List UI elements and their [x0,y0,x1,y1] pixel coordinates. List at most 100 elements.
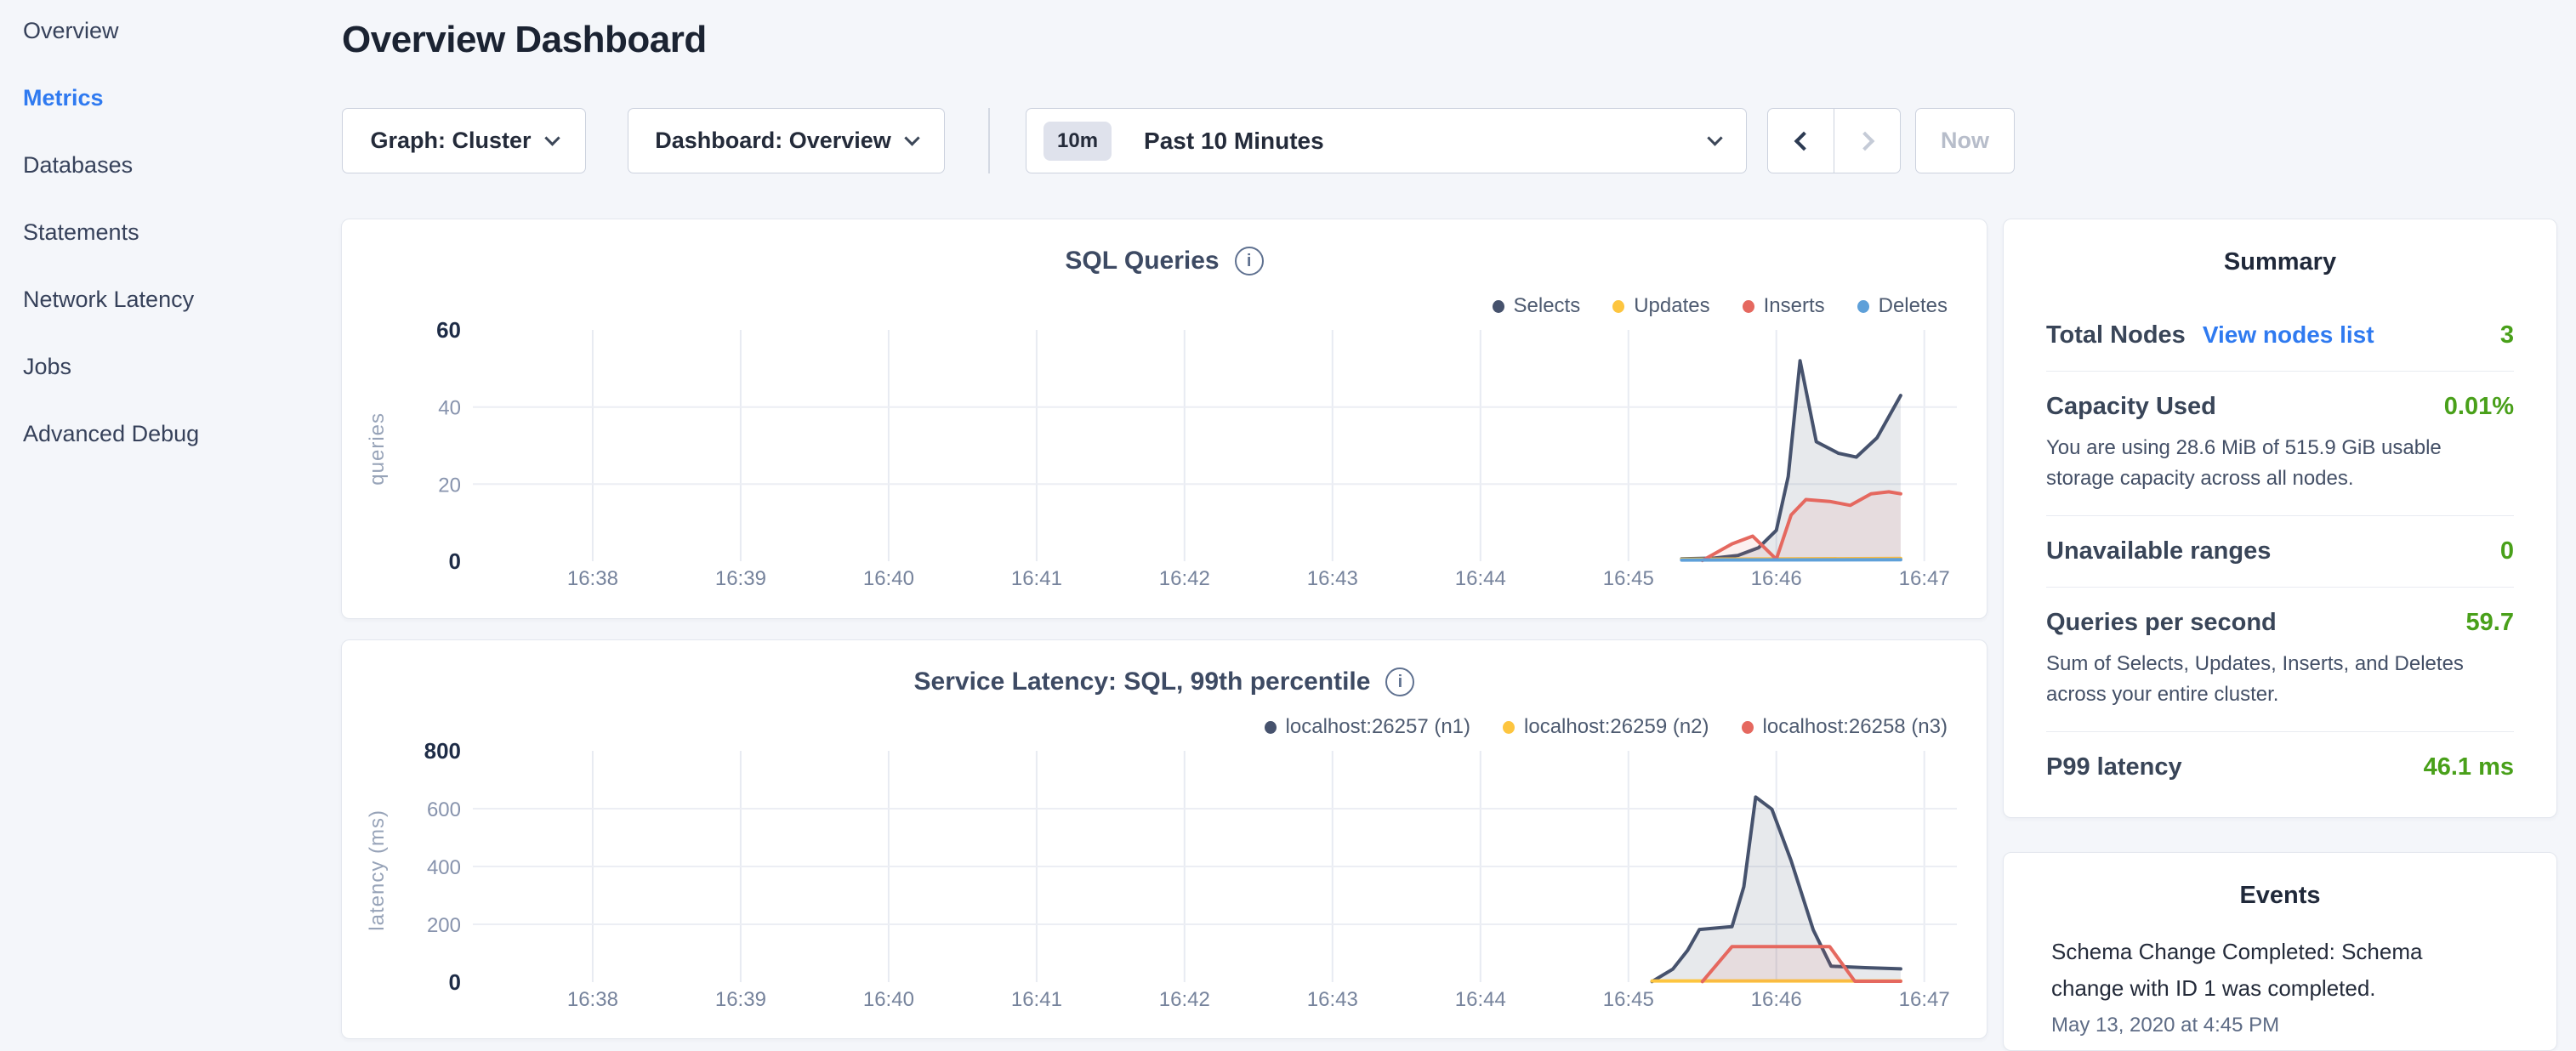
service-latency-plot: 16:38 16:39 16:40 16:41 16:42 16:43 16:44 16:45… [342,742,1988,1023]
time-range-pager [1767,108,1901,173]
svg-text:16:38: 16:38 [567,567,618,590]
time-range-badge: 10m [1043,122,1112,161]
svg-text:16:45: 16:45 [1603,567,1654,590]
legend-item: localhost:26259 (n2) [1503,715,1709,739]
event-timestamp: May 13, 2020 at 4:45 PM [2051,1014,2509,1037]
svg-text:16:43: 16:43 [1307,988,1358,1011]
svg-text:20: 20 [438,474,461,497]
sidebar-item-overview[interactable]: Overview [23,19,199,43]
summary-row-label: P99 latency [2046,753,2182,781]
svg-text:16:43: 16:43 [1307,567,1358,590]
time-range-label: Past 10 Minutes [1144,128,1324,155]
summary-row-label: Total Nodes [2046,321,2186,349]
sql-queries-plot: 16:38 16:39 16:40 16:41 16:42 16:43 16:44 16:45… [342,321,1988,602]
db-console-page: Overview Metrics Databases Statements Ne… [0,0,2576,1051]
summary-row-label: Unavailable ranges [2046,537,2271,565]
chart-header: SQL Queries [342,247,1987,276]
chart-header: Service Latency: SQL, 99th percentile [342,668,1987,696]
summary-row-queries-per-second: Queries per second 59.7 Sum of Selects, … [2046,588,2514,732]
svg-text:16:42: 16:42 [1159,567,1210,590]
sidebar-item-network-latency[interactable]: Network Latency [23,287,199,311]
svg-text:16:39: 16:39 [715,988,766,1011]
svg-text:400: 400 [427,856,461,879]
legend-item: Inserts [1743,294,1825,318]
svg-text:600: 600 [427,798,461,821]
svg-text:16:38: 16:38 [567,988,618,1011]
toolbar-divider [988,108,990,173]
dashboard-label: Dashboard: Overview [655,128,891,154]
graph-scope-dropdown[interactable]: Graph: Cluster [342,108,586,173]
summary-panel: Summary Total Nodes View nodes list 3 Ca… [2003,219,2557,818]
svg-text:16:46: 16:46 [1751,988,1802,1011]
svg-text:16:44: 16:44 [1455,567,1506,590]
sidebar-item-jobs[interactable]: Jobs [23,355,199,378]
chart-legend: SelectsUpdatesInsertsDeletes [1493,294,1948,318]
chevron-down-icon [1707,130,1722,145]
sql-queries-chart-card: SQL Queries SelectsUpdatesInsertsDeletes… [341,219,1987,619]
svg-text:16:45: 16:45 [1603,988,1654,1011]
event-item[interactable]: Schema Change Completed: Schema change w… [2051,934,2509,1037]
summary-row-value: 3 [2500,321,2514,349]
svg-text:16:47: 16:47 [1899,988,1950,1011]
legend-dot-icon [1493,300,1504,313]
svg-text:16:44: 16:44 [1455,988,1506,1011]
page-title: Overview Dashboard [342,19,707,61]
events-title: Events [2051,882,2509,910]
summary-row-label: Capacity Used [2046,393,2216,421]
legend-item: localhost:26257 (n1) [1265,715,1470,739]
svg-text:16:39: 16:39 [715,567,766,590]
dashboard-dropdown[interactable]: Dashboard: Overview [628,108,945,173]
time-range-dropdown[interactable]: 10m Past 10 Minutes [1026,108,1747,173]
legend-item: localhost:26258 (n3) [1742,715,1948,739]
svg-text:16:40: 16:40 [863,988,914,1011]
summary-row-value: 0 [2500,537,2514,565]
svg-text:40: 40 [438,397,461,420]
view-nodes-list-link[interactable]: View nodes list [2203,321,2374,349]
summary-row-p99-latency: P99 latency 46.1 ms [2046,732,2514,803]
summary-row-value: 59.7 [2466,609,2514,637]
sidebar-nav: Overview Metrics Databases Statements Ne… [23,19,199,446]
summary-row-capacity-used: Capacity Used 0.01% You are using 28.6 M… [2046,372,2514,516]
time-back-button[interactable] [1768,109,1834,173]
legend-dot-icon [1742,721,1754,734]
chevron-right-icon [1855,131,1874,151]
event-text: Schema Change Completed: Schema change w… [2051,934,2451,1007]
summary-row-total-nodes: Total Nodes View nodes list 3 [2046,300,2514,372]
sidebar-item-databases[interactable]: Databases [23,153,199,177]
svg-text:0: 0 [449,548,461,574]
chart-title: SQL Queries [1065,247,1219,276]
summary-row-value: 46.1 ms [2424,753,2514,781]
legend-dot-icon [1612,300,1624,313]
chart-legend: localhost:26257 (n1) localhost:26259 (n2)… [1265,715,1948,739]
summary-row-unavailable-ranges: Unavailable ranges 0 [2046,516,2514,588]
svg-text:800: 800 [424,742,461,764]
chevron-down-icon [904,130,919,145]
info-icon[interactable] [1235,247,1264,276]
now-button[interactable]: Now [1915,108,2015,173]
summary-title: Summary [2046,248,2514,276]
sidebar-item-metrics[interactable]: Metrics [23,86,199,110]
legend-dot-icon [1265,721,1277,734]
legend-item: Updates [1612,294,1709,318]
summary-row-value: 0.01% [2444,393,2514,421]
svg-text:200: 200 [427,914,461,937]
legend-dot-icon [1503,721,1515,734]
service-latency-chart-card: Service Latency: SQL, 99th percentile lo… [341,639,1987,1039]
sidebar-item-advanced-debug[interactable]: Advanced Debug [23,422,199,446]
legend-item: Selects [1493,294,1581,318]
chart-title: Service Latency: SQL, 99th percentile [914,668,1371,696]
svg-text:16:40: 16:40 [863,567,914,590]
chevron-down-icon [544,130,560,145]
svg-text:16:41: 16:41 [1011,988,1062,1011]
svg-text:60: 60 [436,321,461,343]
time-forward-button[interactable] [1834,109,1900,173]
svg-text:16:47: 16:47 [1899,567,1950,590]
svg-text:16:41: 16:41 [1011,567,1062,590]
sidebar-item-statements[interactable]: Statements [23,220,199,244]
svg-text:16:42: 16:42 [1159,988,1210,1011]
chevron-left-icon [1794,131,1813,151]
info-icon[interactable] [1385,668,1414,696]
legend-dot-icon [1743,300,1754,313]
graph-scope-label: Graph: Cluster [370,128,531,154]
svg-text:16:46: 16:46 [1751,567,1802,590]
